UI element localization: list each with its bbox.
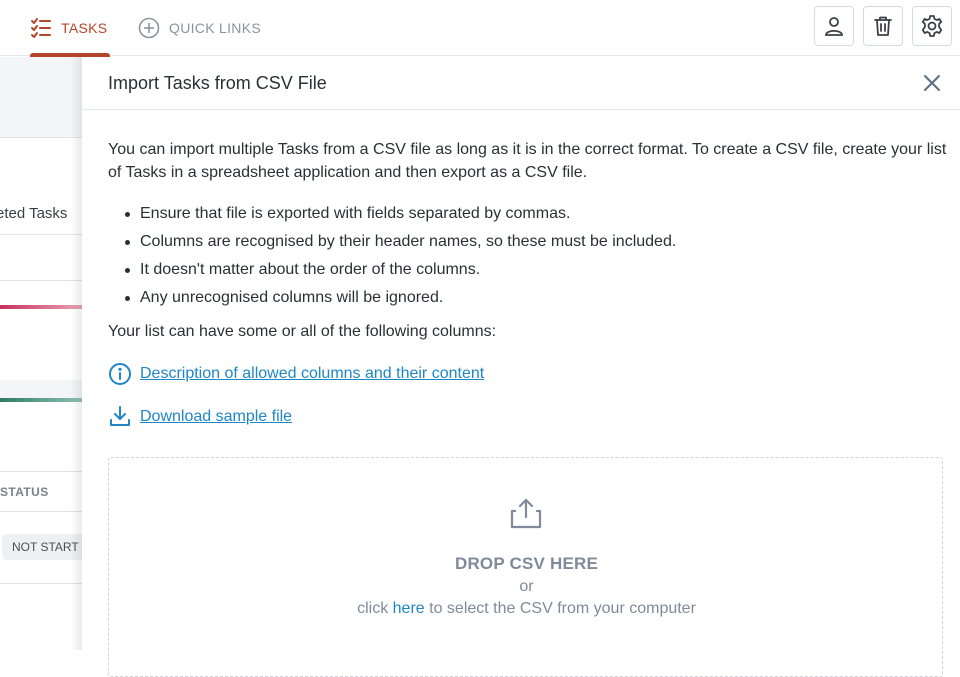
info-icon [108,362,132,386]
description-link-row: Description of allowed columns and their… [108,362,484,386]
dropzone-or: or [519,578,534,595]
upload-icon [509,496,543,530]
dropzone-click-suffix: to select the CSV from your computer [424,600,696,617]
import-csv-panel: Import Tasks from CSV File You can impor… [82,57,960,677]
intro-text: You can import multiple Tasks from a CSV… [108,141,947,181]
user-icon [825,17,843,36]
close-button[interactable] [920,71,944,95]
download-sample-link[interactable]: Download sample file [140,408,292,426]
plus-circle-icon [138,17,160,39]
list-item: Ensure that file is exported with fields… [108,200,928,228]
top-nav-bar: TASKS QUICK LINKS [0,0,960,57]
requirements-list: Ensure that file is exported with fields… [108,200,928,312]
completed-tasks-fragment: eted Tasks [0,205,68,222]
tab-quick-links-label: QUICK LINKS [169,20,261,36]
settings-button[interactable] [912,6,952,46]
panel-shadow [70,57,82,650]
select-file-link[interactable]: here [393,600,425,617]
dropzone-title: DROP CSV HERE [454,554,599,573]
description-link[interactable]: Description of allowed columns and their… [140,365,484,383]
download-link-row: Download sample file [108,405,292,429]
delete-button[interactable] [863,6,903,46]
csv-dropzone[interactable]: DROP CSV HERE or click here to select th… [108,457,943,677]
download-icon [108,405,132,429]
status-column-header: STATUS [0,485,49,499]
dropzone-instructions: click here to select the CSV from your c… [109,600,944,618]
columns-text: Your list can have some or all of the fo… [108,323,497,340]
gear-icon [921,15,943,37]
checklist-icon [30,17,52,39]
list-item: Any unrecognised columns will be ignored… [108,284,928,312]
dropzone-click-prefix: click [357,600,393,617]
trash-icon [874,16,892,36]
tab-quick-links[interactable]: QUICK LINKS [138,0,261,56]
list-item: Columns are recognised by their header n… [108,228,928,256]
panel-header: Import Tasks from CSV File [82,57,960,110]
tab-tasks-label: TASKS [61,20,108,36]
close-icon [924,75,940,91]
panel-title: Import Tasks from CSV File [108,73,327,93]
tab-tasks[interactable]: TASKS [30,0,110,57]
user-button[interactable] [814,6,854,46]
list-item: It doesn't matter about the order of the… [108,256,928,284]
